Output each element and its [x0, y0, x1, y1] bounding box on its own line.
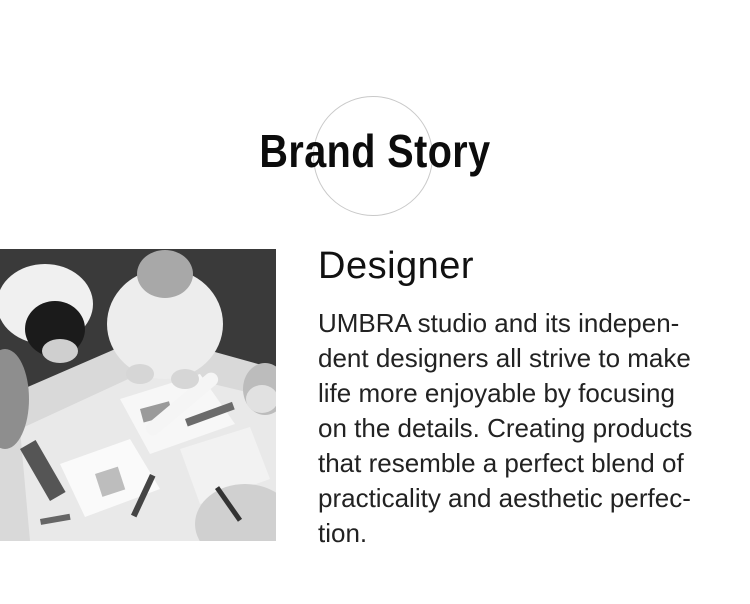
- section-heading: Designer: [318, 245, 475, 287]
- paragraph-line: UMBRA studio and its indepen-: [318, 308, 680, 338]
- story-text-column: Designer UMBRA studio and its indepen- d…: [318, 244, 738, 551]
- paragraph-line: on the details. Creating products: [318, 413, 693, 443]
- designers-photo: [0, 249, 276, 541]
- paragraph-line: dent designers all strive to make: [318, 343, 691, 373]
- paragraph-line: tion.: [318, 518, 368, 548]
- story-paragraph: UMBRA studio and its indepen- dent desig…: [318, 306, 738, 551]
- paragraph-line: life more enjoyable by focusing: [318, 378, 675, 408]
- paragraph-line: that resemble a perfect blend of: [318, 448, 684, 478]
- title-block: Brand Story: [0, 90, 750, 220]
- paragraph-line: practicality and aesthetic perfec-: [318, 483, 691, 513]
- page-title: Brand Story: [259, 125, 491, 177]
